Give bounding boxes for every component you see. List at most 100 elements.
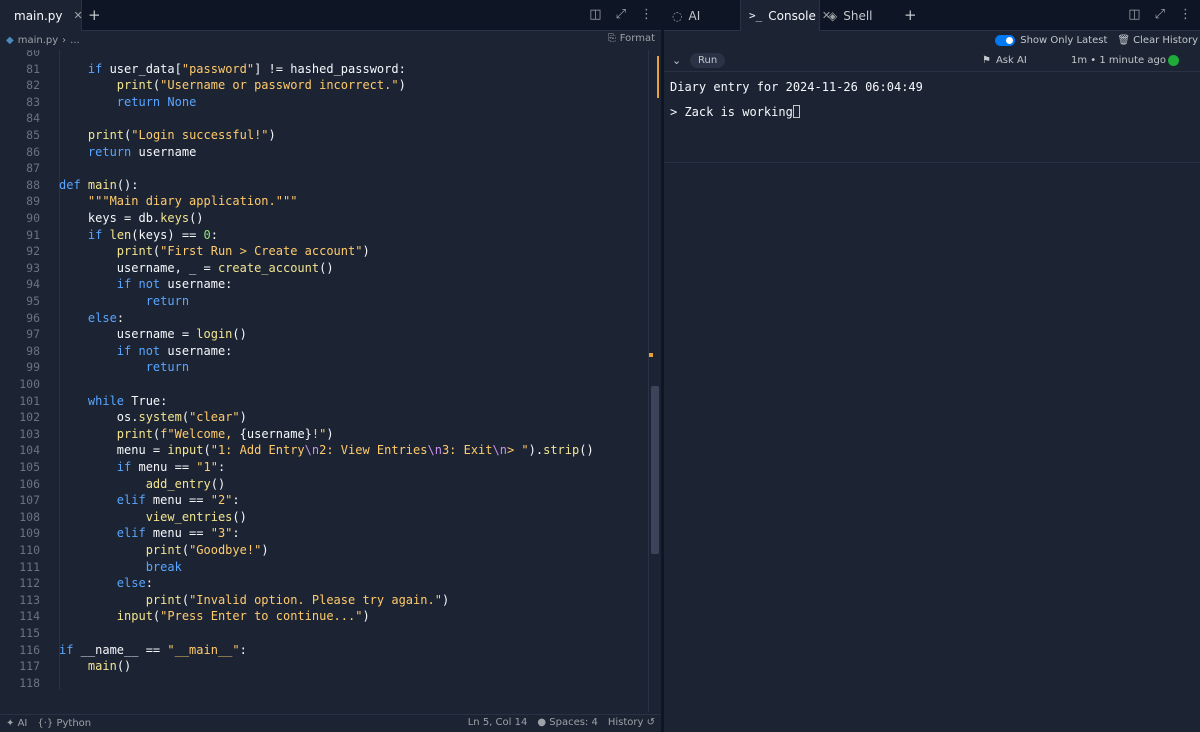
code-line[interactable]: 88 def main(): bbox=[0, 177, 640, 194]
line-number: 91 bbox=[26, 227, 40, 242]
code-token: () bbox=[189, 211, 204, 225]
code-line[interactable]: 81 if user_data["password"] != hashed_pa… bbox=[0, 61, 640, 78]
code-line[interactable]: 104 menu = input("1: Add Entry\n2: View … bbox=[0, 442, 640, 459]
tab-shell[interactable]: ◈ Shell bbox=[820, 0, 900, 31]
code-line[interactable]: 105 if menu == "1": bbox=[0, 459, 640, 476]
code-text: def main(): bbox=[59, 177, 139, 194]
tab-ai[interactable]: ◌ AI bbox=[664, 0, 740, 31]
code-line[interactable]: 99 return bbox=[0, 359, 640, 376]
code-line[interactable]: 109 elif menu == "3": bbox=[0, 525, 640, 542]
code-line[interactable]: 90 keys = db.keys() bbox=[0, 210, 640, 227]
code-token: login bbox=[196, 327, 233, 342]
close-tab-icon[interactable]: ✕ bbox=[74, 9, 83, 22]
code-token: username: bbox=[160, 343, 233, 358]
code-token: ) bbox=[441, 592, 450, 607]
ai-icon: ◌ bbox=[672, 8, 683, 23]
code-line[interactable]: 86 return username bbox=[0, 144, 640, 161]
history-button[interactable]: History ↺ bbox=[608, 717, 655, 728]
code-line[interactable]: 115 bbox=[0, 625, 640, 642]
code-token: ( bbox=[181, 592, 190, 607]
code-token: "Invalid option. Please try again." bbox=[189, 592, 442, 607]
more-options-icon[interactable]: ⋮ bbox=[1179, 7, 1192, 22]
code-line[interactable]: 110 print("Goodbye!") bbox=[0, 542, 640, 559]
code-token: if not bbox=[116, 277, 161, 292]
expand-icon[interactable]: ⤢ bbox=[616, 7, 626, 22]
code-line[interactable]: 93 username, _ = create_account() bbox=[0, 260, 640, 277]
more-options-icon[interactable]: ⋮ bbox=[640, 7, 653, 22]
code-line[interactable]: 85 print("Login successful!") bbox=[0, 127, 640, 144]
code-line[interactable]: 83 return None bbox=[0, 94, 640, 111]
code-line[interactable]: 87 bbox=[0, 160, 640, 177]
expand-icon[interactable]: ⤢ bbox=[1155, 7, 1165, 22]
spaces-status[interactable]: ● Spaces: 4 bbox=[537, 717, 598, 728]
breadcrumb-rest[interactable]: ... bbox=[70, 35, 80, 46]
code-token: elif bbox=[116, 526, 146, 541]
code-line[interactable]: 102 os.system("clear") bbox=[0, 409, 640, 426]
code-line[interactable]: 97 username = login() bbox=[0, 326, 640, 343]
split-pane-icon[interactable]: ◫ bbox=[589, 7, 601, 22]
code-text: if not username: bbox=[59, 276, 233, 293]
code-line[interactable]: 107 elif menu == "2": bbox=[0, 492, 640, 509]
ai-status[interactable]: ✦ AI bbox=[6, 718, 27, 729]
format-button[interactable]: ⎘ Format bbox=[608, 33, 655, 44]
editor-tab-bar: main.py ✕ + ◫ ⤢ ⋮ bbox=[0, 0, 661, 31]
clear-history-button[interactable]: 🗑 Clear History bbox=[1117, 35, 1198, 46]
line-number: 114 bbox=[19, 609, 40, 624]
chevron-down-icon[interactable]: ⌄ bbox=[672, 54, 681, 67]
code-token: if bbox=[87, 61, 103, 76]
code-token: "First Run > Create account" bbox=[160, 244, 363, 259]
breadcrumb: ◆ main.py › ... ⎘ Format bbox=[0, 31, 661, 49]
code-token: : bbox=[116, 310, 125, 325]
split-pane-icon[interactable]: ◫ bbox=[1128, 7, 1140, 22]
tab-main-py[interactable]: main.py ✕ bbox=[0, 0, 83, 31]
code-line[interactable]: 117 main() bbox=[0, 658, 640, 675]
tab-console[interactable]: >_ Console ✕ bbox=[740, 0, 831, 31]
code-line[interactable]: 106 add_entry() bbox=[0, 476, 640, 493]
code-line[interactable]: 84 bbox=[0, 110, 640, 127]
toggle-switch[interactable] bbox=[995, 34, 1016, 46]
code-line[interactable]: 82 print("Username or password incorrect… bbox=[0, 77, 640, 94]
console-output[interactable]: Diary entry for 2024-11-26 06:04:49 > Za… bbox=[664, 73, 1200, 163]
code-line[interactable]: 113 print("Invalid option. Please try ag… bbox=[0, 592, 640, 609]
code-line[interactable]: 103 print(f"Welcome, {username}!") bbox=[0, 426, 640, 443]
show-only-latest-toggle[interactable]: Show Only Latest bbox=[995, 34, 1108, 46]
language-status[interactable]: {·} Python bbox=[37, 718, 91, 729]
line-number: 96 bbox=[26, 310, 40, 325]
cursor-position[interactable]: Ln 5, Col 14 bbox=[468, 717, 528, 728]
code-line[interactable]: 112 else: bbox=[0, 575, 640, 592]
code-line[interactable]: 108 view_entries() bbox=[0, 509, 640, 526]
breadcrumb-file[interactable]: main.py bbox=[18, 35, 58, 46]
code-line[interactable]: 95 return bbox=[0, 293, 640, 310]
code-line[interactable]: 114 input("Press Enter to continue...") bbox=[0, 608, 640, 625]
code-line[interactable]: 89 """Main diary application.""" bbox=[0, 193, 640, 210]
code-line[interactable]: 94 if not username: bbox=[0, 276, 640, 293]
code-token: "3" bbox=[210, 526, 233, 541]
code-line[interactable]: 92 print("First Run > Create account") bbox=[0, 243, 640, 260]
code-line[interactable]: 100 bbox=[0, 376, 640, 393]
console-input-line[interactable]: > Zack is working bbox=[670, 104, 1194, 120]
code-line[interactable]: 91 if len(keys) == 0: bbox=[0, 227, 640, 244]
ask-ai-button[interactable]: ⚑ Ask AI bbox=[982, 55, 1027, 66]
new-tab-plus-icon[interactable]: + bbox=[88, 6, 101, 24]
code-line[interactable]: 116 if __name__ == "__main__": bbox=[0, 642, 640, 659]
code-line[interactable]: 101 while True: bbox=[0, 393, 640, 410]
new-tab-plus-icon[interactable]: + bbox=[904, 6, 917, 24]
line-number: 109 bbox=[19, 526, 40, 541]
code-editor[interactable]: 80 81 if user_data["password"] != hashed_… bbox=[0, 50, 647, 712]
code-text: elif menu == "3": bbox=[59, 525, 240, 542]
code-line[interactable]: 118 bbox=[0, 675, 640, 692]
code-line[interactable]: 80 bbox=[0, 50, 640, 61]
code-token: !" bbox=[311, 426, 327, 441]
scroll-thumb[interactable] bbox=[651, 386, 659, 554]
code-line[interactable]: 96 else: bbox=[0, 310, 640, 327]
code-line[interactable]: 111 break bbox=[0, 559, 640, 576]
editor-scrollbar[interactable] bbox=[648, 50, 660, 712]
code-line[interactable]: 98 if not username: bbox=[0, 343, 640, 360]
line-number: 86 bbox=[26, 144, 40, 159]
code-text: return bbox=[59, 359, 189, 376]
code-token: return bbox=[116, 94, 161, 109]
code-text: print("Invalid option. Please try again.… bbox=[59, 592, 449, 609]
code-token: None bbox=[167, 94, 197, 109]
show-only-latest-label: Show Only Latest bbox=[1020, 34, 1108, 46]
